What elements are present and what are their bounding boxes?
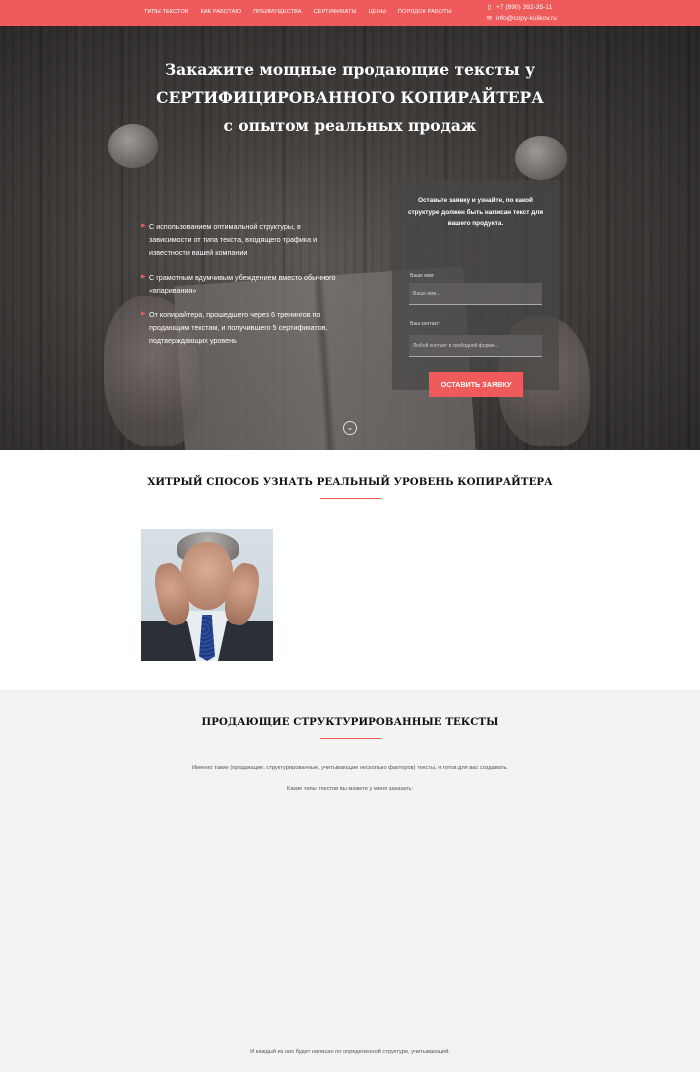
text-types-question: Какие типы текстов вы можете у меня зака… <box>286 786 414 792</box>
structure-paragraph: И каждый из них будет написан по определ… <box>250 1049 450 1055</box>
top-navbar: ТИПЫ ТЕКСТОВ КАК РАБОТАЮ ПРЕИМУЩЕСТВА СЕ… <box>0 0 700 26</box>
triangle-bullet-icon: ▶ <box>141 273 146 280</box>
section-divider <box>320 738 381 739</box>
phone-icon: ▯ <box>487 4 492 11</box>
copywriter-level-section: ХИТРЫЙ СПОСОБ УЗНАТЬ РЕАЛЬНЫЙ УРОВЕНЬ КО… <box>0 450 700 690</box>
scroll-down-icon[interactable]: ⌄ <box>343 421 357 435</box>
name-label: Ваше имя: <box>410 273 435 279</box>
nav-link-work-order[interactable]: ПОРЯДОК РАБОТЫ <box>398 9 452 15</box>
main-nav: ТИПЫ ТЕКСТОВ КАК РАБОТАЮ ПРЕИМУЩЕСТВА СЕ… <box>144 9 452 15</box>
hero-headline-line-2: СЕРТИФИЦИРОВАННОГО КОПИРАЙТЕРА <box>156 88 544 107</box>
email-link[interactable]: info@copy-kulikov.ru <box>496 13 557 24</box>
feature-item: ▶ От копирайтера, прошедшего через 6 тре… <box>141 308 341 348</box>
triangle-bullet-icon: ▶ <box>141 223 146 229</box>
name-input[interactable] <box>409 283 542 305</box>
hero-headline: Закажите мощные продающие тексты у СЕРТИ… <box>0 56 700 140</box>
envelope-icon: ✉ <box>486 15 493 22</box>
nav-link-certificates[interactable]: СЕРТИФИКАТЫ <box>314 9 357 15</box>
nav-link-advantages[interactable]: ПРЕИМУЩЕСТВА <box>253 9 301 15</box>
phone-number[interactable]: +7 (990) 392-35-11 <box>496 2 552 13</box>
crumpled-paper-image <box>515 136 567 180</box>
section-divider <box>320 498 381 499</box>
hero-section: Закажите мощные продающие тексты у СЕРТИ… <box>0 26 700 450</box>
submit-request-button[interactable]: ОСТАВИТЬ ЗАЯВКУ <box>429 372 523 397</box>
nav-link-prices[interactable]: ЦЕНЫ <box>369 9 386 15</box>
section-title: ПРОДАЮЩИЕ СТРУКТУРИРОВАННЫЕ ТЕКСТЫ <box>201 716 499 728</box>
feature-item: ▶ С грамотным вдумчивым убеждением вмест… <box>141 271 341 297</box>
intro-paragraph: Именно такие (продающие, структурированн… <box>191 765 509 771</box>
form-lead-text: Оставьте заявку и узнайте, по какой стру… <box>407 197 544 227</box>
section-title: ХИТРЫЙ СПОСОБ УЗНАТЬ РЕАЛЬНЫЙ УРОВЕНЬ КО… <box>147 476 553 488</box>
contact-input[interactable] <box>409 335 542 357</box>
nav-link-text-types[interactable]: ТИПЫ ТЕКСТОВ <box>144 9 189 15</box>
phone-row: ▯ +7 (990) 392-35-11 <box>486 2 557 13</box>
feature-item: ▶ С использованием оптимальной структуры… <box>141 220 341 260</box>
hero-headline-line-3: с опытом реальных продаж <box>223 116 477 135</box>
contact-label: Ваш контакт: <box>410 321 441 327</box>
hero-headline-line-1: Закажите мощные продающие тексты у <box>164 60 536 79</box>
feature-list: ▶ С использованием оптимальной структуры… <box>141 220 341 359</box>
request-form: Оставьте заявку и узнайте, по какой стру… <box>392 180 559 397</box>
email-row: ✉ info@copy-kulikov.ru <box>486 13 557 24</box>
header-contacts: ▯ +7 (990) 392-35-11 ✉ info@copy-kulikov… <box>486 2 557 24</box>
stressed-man-photo <box>141 529 273 661</box>
feature-text: С использованием оптимальной структуры, … <box>149 222 318 258</box>
nav-link-how-i-work[interactable]: КАК РАБОТАЮ <box>201 9 242 15</box>
feature-text: С грамотным вдумчивым убеждением вместо … <box>149 272 336 295</box>
feature-text: От копирайтера, прошедшего через 6 трени… <box>149 310 328 346</box>
triangle-bullet-icon: ▶ <box>141 311 146 318</box>
structured-texts-section: ПРОДАЮЩИЕ СТРУКТУРИРОВАННЫЕ ТЕКСТЫ Именн… <box>0 690 700 1072</box>
